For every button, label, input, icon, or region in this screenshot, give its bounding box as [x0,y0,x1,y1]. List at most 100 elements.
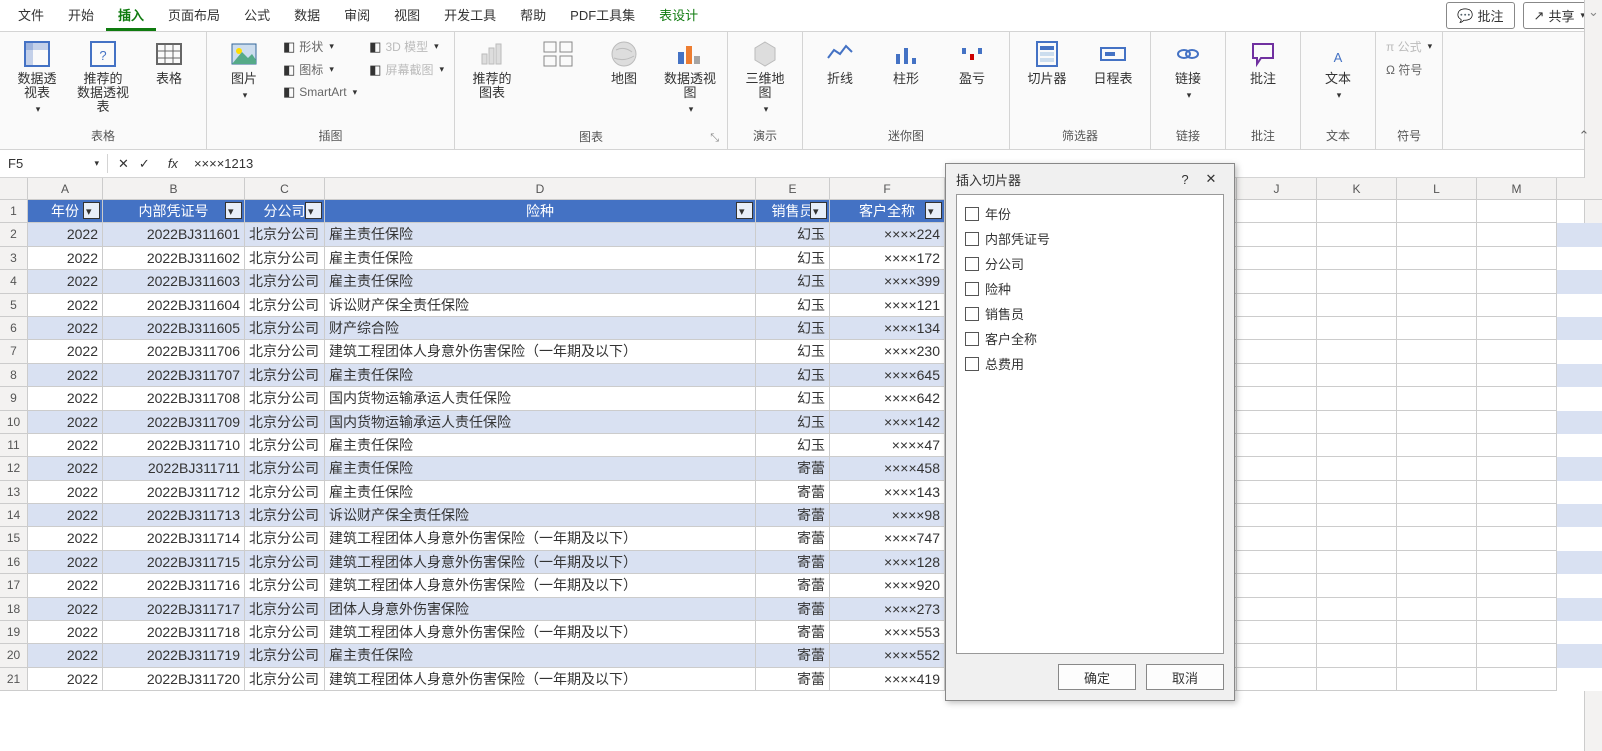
cell[interactable]: 2022BJ311605 [103,317,245,340]
cell[interactable]: 2022 [28,294,103,317]
cell[interactable]: 建筑工程团体人身意外伤害保险（一年期及以下） [325,668,756,691]
column-headers[interactable]: ABCDEFGHIJKLM [0,178,1602,200]
table-row[interactable]: 1720222022BJ311716北京分公司建筑工程团体人身意外伤害保险（一年… [0,574,1602,597]
menu-开发工具[interactable]: 开发工具 [432,1,508,31]
cell[interactable]: 寄蕾 [756,621,830,644]
cell[interactable]: 国内货物运输承运人责任保险 [325,411,756,434]
cell[interactable]: 寄蕾 [756,551,830,574]
cell[interactable]: 雇主责任保险 [325,434,756,457]
3d-models-button[interactable]: ◧ 3D 模型 ▾ [365,36,448,57]
charts-gallery-button[interactable] [527,36,589,74]
cell[interactable]: 2022BJ311601 [103,223,245,246]
cell[interactable]: 寄蕾 [756,598,830,621]
menu-公式[interactable]: 公式 [232,1,282,31]
table-row[interactable]: 420222022BJ311603北京分公司雇主责任保险幻玉××××399 [0,270,1602,293]
worksheet[interactable]: ABCDEFGHIJKLM 1年份内部凭证号分公司险种销售员客户全称220222… [0,178,1602,691]
slicer-field-list[interactable]: 年份内部凭证号分公司险种销售员客户全称总费用 [956,194,1224,654]
cell[interactable]: 2022BJ311720 [103,668,245,691]
cell[interactable]: 2022BJ311706 [103,340,245,363]
menu-页面布局[interactable]: 页面布局 [156,1,232,31]
cell[interactable]: 2022 [28,527,103,550]
cell[interactable]: 2022 [28,598,103,621]
row-header[interactable]: 11 [0,434,28,457]
cell[interactable]: 建筑工程团体人身意外伤害保险（一年期及以下） [325,574,756,597]
cell[interactable]: 2022 [28,247,103,270]
cell[interactable]: ××××230 [830,340,945,363]
cell[interactable]: 北京分公司 [245,434,325,457]
cell[interactable]: 雇主责任保险 [325,644,756,667]
sparkline-wl-button[interactable]: 盈亏 [941,36,1003,88]
table-row[interactable]: 920222022BJ311708北京分公司国内货物运输承运人责任保险幻玉×××… [0,387,1602,410]
table-row[interactable]: 720222022BJ311706北京分公司建筑工程团体人身意外伤害保险（一年期… [0,340,1602,363]
cell[interactable]: 寄蕾 [756,644,830,667]
col-header-J[interactable]: J [1237,178,1317,199]
col-header-E[interactable]: E [756,178,830,199]
cell[interactable]: 2022 [28,317,103,340]
cell[interactable]: 北京分公司 [245,364,325,387]
table-row[interactable]: 1920222022BJ311718北京分公司建筑工程团体人身意外伤害保险（一年… [0,621,1602,644]
col-header-M[interactable]: M [1477,178,1557,199]
cell[interactable]: 2022 [28,223,103,246]
row-header[interactable]: 10 [0,411,28,434]
row-header[interactable]: 2 [0,223,28,246]
table-row[interactable]: 1020222022BJ311709北京分公司国内货物运输承运人责任保险幻玉××… [0,411,1602,434]
slicer-field-checkbox[interactable]: 销售员 [963,301,1217,326]
cell[interactable]: 2022 [28,621,103,644]
cell[interactable]: 2022BJ311718 [103,621,245,644]
cell[interactable]: 建筑工程团体人身意外伤害保险（一年期及以下） [325,551,756,574]
table-row[interactable]: 1420222022BJ311713北京分公司诉讼财产保全责任保险寄蕾××××9… [0,504,1602,527]
row-header[interactable]: 1 [0,200,28,223]
cell[interactable]: 雇主责任保险 [325,457,756,480]
pivot-table-button[interactable]: 数据透 视表▾ [6,36,68,118]
row-header[interactable]: 16 [0,551,28,574]
text-button[interactable]: A文本▾ [1307,36,1369,104]
cell[interactable]: 幻玉 [756,270,830,293]
cell[interactable]: 2022 [28,340,103,363]
row-header[interactable]: 12 [0,457,28,480]
menu-插入[interactable]: 插入 [106,1,156,31]
table-row[interactable]: 1520222022BJ311714北京分公司建筑工程团体人身意外伤害保险（一年… [0,527,1602,550]
cell[interactable]: ××××642 [830,387,945,410]
cell[interactable]: ××××172 [830,247,945,270]
row-header[interactable]: 17 [0,574,28,597]
cell[interactable]: 2022 [28,457,103,480]
row-header[interactable]: 19 [0,621,28,644]
cell[interactable]: 幻玉 [756,294,830,317]
cell[interactable]: 北京分公司 [245,387,325,410]
cell[interactable]: 北京分公司 [245,527,325,550]
comment-button[interactable]: 批注 [1232,36,1294,88]
cell[interactable]: 2022BJ311602 [103,247,245,270]
table-row[interactable]: 1320222022BJ311712北京分公司雇主责任保险寄蕾××××143 [0,481,1602,504]
symbol-button[interactable]: Ω 符号 [1382,59,1436,80]
cell[interactable]: 2022 [28,551,103,574]
cell[interactable]: 建筑工程团体人身意外伤害保险（一年期及以下） [325,621,756,644]
cell[interactable]: 2022BJ311712 [103,481,245,504]
cell[interactable]: 北京分公司 [245,644,325,667]
cell[interactable]: 国内货物运输承运人责任保险 [325,387,756,410]
slicer-field-checkbox[interactable]: 客户全称 [963,326,1217,351]
dialog-close-icon[interactable]: ✕ [1198,171,1224,187]
filter-icon[interactable] [925,202,942,219]
cell[interactable]: 2022 [28,574,103,597]
cell[interactable]: 2022 [28,504,103,527]
cell[interactable]: ××××645 [830,364,945,387]
pivot-chart-button[interactable]: 数据透视图▾ [659,36,721,118]
cell[interactable]: 雇主责任保险 [325,223,756,246]
rec-pivot-button[interactable]: ?推荐的 数据透视表 [72,36,134,116]
name-box[interactable]: F5▾ [0,154,108,173]
cell[interactable]: 北京分公司 [245,621,325,644]
table-row[interactable]: 220222022BJ311601北京分公司雇主责任保险幻玉××××224 [0,223,1602,246]
screenshot-button[interactable]: ◧ 屏幕截图 ▾ [365,59,448,80]
menu-文件[interactable]: 文件 [6,1,56,31]
row-header[interactable]: 5 [0,294,28,317]
cell[interactable]: ××××419 [830,668,945,691]
cell[interactable]: 北京分公司 [245,574,325,597]
maps-button[interactable]: 地图 [593,36,655,88]
cell[interactable]: 北京分公司 [245,294,325,317]
pictures-button[interactable]: 图片▾ [213,36,275,104]
cell[interactable]: 北京分公司 [245,247,325,270]
equation-button[interactable]: π 公式 ▾ [1382,36,1436,57]
cell[interactable]: 2022BJ311713 [103,504,245,527]
cell[interactable]: 2022BJ311711 [103,457,245,480]
cell[interactable]: 幻玉 [756,340,830,363]
